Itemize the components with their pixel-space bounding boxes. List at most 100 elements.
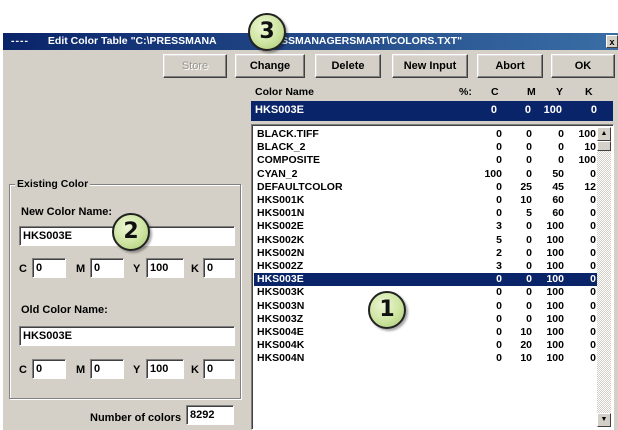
- new-m-label: M: [76, 263, 86, 275]
- list-item[interactable]: HKS003N 0 0 100 0: [254, 300, 597, 313]
- list-item-k: 12: [584, 180, 596, 193]
- list-item-y: 100: [546, 220, 564, 233]
- list-item-m: 0: [526, 312, 532, 325]
- list-item[interactable]: DEFAULTCOLOR 0 25 45 12: [254, 181, 597, 194]
- list-item-m: 0: [526, 220, 532, 233]
- list-item-y: 100: [546, 260, 564, 272]
- list-item-name: HKS003K: [257, 286, 305, 299]
- list-item-k: 0: [590, 233, 596, 246]
- list-item-y: 100: [546, 273, 564, 286]
- list-item-name: CYAN_2: [257, 167, 298, 180]
- list-item[interactable]: BLACK_2 0 0 0 10: [254, 141, 597, 154]
- old-c-label: C: [19, 364, 27, 376]
- scroll-down-icon[interactable]: ▼: [597, 413, 611, 427]
- list-item-c: 0: [496, 299, 502, 312]
- list-item[interactable]: HKS004E 0 10 100 0: [254, 326, 597, 339]
- store-button: Store: [163, 54, 227, 78]
- delete-button[interactable]: Delete: [315, 54, 381, 78]
- list-item-c: 0: [496, 339, 502, 352]
- list-item-c: 0: [496, 207, 502, 220]
- list-item-name: HKS001K: [257, 194, 305, 206]
- existing-color-title: Existing Color: [15, 178, 91, 190]
- list-item-name: HKS002K: [257, 233, 305, 246]
- list-item-m: 0: [526, 128, 532, 140]
- system-menu[interactable]: ----: [11, 33, 29, 50]
- list-item[interactable]: COMPOSITE 0 0 0 100: [254, 154, 597, 167]
- list-item-c: 2: [496, 246, 502, 259]
- list-item-k: 10: [584, 141, 596, 154]
- list-item-c: 0: [496, 141, 502, 154]
- old-m-input[interactable]: 0: [90, 359, 124, 379]
- new-input-label: New Input: [403, 60, 457, 72]
- list-item-m: 5: [526, 207, 532, 220]
- old-m-label: M: [76, 364, 86, 376]
- list-item-y: 100: [546, 286, 564, 299]
- old-c-input[interactable]: 0: [32, 359, 66, 379]
- old-y-input[interactable]: 100: [146, 359, 184, 379]
- window-title-tail: SSMANAGERSMART\COLORS.TXT": [281, 35, 463, 47]
- list-item-m: 0: [526, 286, 532, 299]
- list-item-name: HKS003E: [257, 273, 304, 286]
- list-item-y: 45: [552, 180, 564, 193]
- ok-button[interactable]: OK: [551, 54, 615, 78]
- selected-color-field[interactable]: HKS003E 0 0 100 0: [251, 101, 613, 121]
- list-item[interactable]: HKS004N 0 10 100 0: [254, 352, 597, 365]
- list-item-m: 0: [526, 273, 532, 286]
- list-item-y: 60: [552, 194, 564, 206]
- close-icon[interactable]: x: [606, 35, 618, 48]
- new-k-label: K: [191, 263, 199, 275]
- list-item-k: 0: [590, 273, 596, 286]
- list-item-y: 100: [546, 246, 564, 259]
- list-item-name: BLACK_2: [257, 141, 306, 154]
- list-item[interactable]: HKS002Z 3 0 100 0: [254, 260, 597, 273]
- list-item-k: 0: [590, 286, 596, 299]
- new-k-input[interactable]: 0: [203, 258, 235, 278]
- list-item-c: 0: [496, 312, 502, 325]
- list-item[interactable]: BLACK.TIFF 0 0 0 100: [254, 128, 597, 141]
- list-item[interactable]: HKS003E 0 0 100 0: [254, 273, 597, 287]
- change-button[interactable]: Change: [235, 54, 305, 78]
- list-item-name: COMPOSITE: [257, 154, 321, 167]
- number-of-colors-label: Number of colors: [90, 412, 182, 424]
- list-item-m: 0: [526, 299, 532, 312]
- list-item[interactable]: HKS002N 2 0 100 0: [254, 247, 597, 260]
- new-m-input[interactable]: 0: [90, 258, 124, 278]
- callout-badge-3: 3: [248, 13, 286, 51]
- list-item[interactable]: HKS004K 0 20 100 0: [254, 339, 597, 352]
- scroll-up-icon[interactable]: ▲: [597, 127, 611, 141]
- abort-button[interactable]: Abort: [477, 54, 543, 78]
- old-color-name-input[interactable]: HKS003E: [19, 326, 235, 346]
- list-item-m: 25: [520, 180, 532, 193]
- list-item-k: 0: [590, 194, 596, 206]
- list-item-name: DEFAULTCOLOR: [257, 180, 343, 193]
- column-header-k: K: [585, 86, 593, 98]
- store-label: Store: [181, 60, 209, 72]
- new-c-input[interactable]: 0: [32, 258, 66, 278]
- list-item[interactable]: HKS001N 0 5 60 0: [254, 207, 597, 220]
- column-header-y: Y: [556, 86, 564, 98]
- list-scrollbar[interactable]: ▲ ▼: [597, 127, 611, 427]
- new-input-button[interactable]: New Input: [392, 54, 468, 78]
- new-y-input[interactable]: 100: [146, 258, 184, 278]
- list-item[interactable]: HKS002K 5 0 100 0: [254, 234, 597, 247]
- list-item[interactable]: CYAN_2 100 0 50 0: [254, 168, 597, 181]
- list-item-name: BLACK.TIFF: [257, 128, 319, 140]
- old-k-input[interactable]: 0: [203, 359, 235, 379]
- list-item-k: 0: [590, 207, 596, 220]
- list-item[interactable]: HKS001K 0 10 60 0: [254, 194, 597, 207]
- list-item-c: 3: [496, 260, 502, 272]
- list-item-m: 20: [520, 339, 532, 352]
- window-title: Edit Color Table "C:\PRESSMANA: [47, 35, 217, 47]
- list-item[interactable]: HKS003K 0 0 100 0: [254, 286, 597, 299]
- color-list[interactable]: HKS004N 0 10 100 0 HKS004K 0 20 100 0 HKS004E 0 10 10…: [251, 124, 614, 430]
- list-item[interactable]: HKS003Z 0 0 100 0: [254, 313, 597, 326]
- column-header-m: M: [527, 86, 536, 98]
- list-item-c: 0: [496, 128, 502, 140]
- title-bar: ---- Edit Color Table "C:\PRESSMANA SSMA…: [3, 33, 618, 50]
- new-c-label: C: [19, 263, 27, 275]
- old-y-label: Y: [133, 364, 141, 376]
- list-item-y: 60: [552, 207, 564, 220]
- list-item[interactable]: HKS002E 3 0 100 0: [254, 220, 597, 233]
- change-label: Change: [249, 60, 291, 72]
- scroll-thumb[interactable]: [597, 141, 611, 151]
